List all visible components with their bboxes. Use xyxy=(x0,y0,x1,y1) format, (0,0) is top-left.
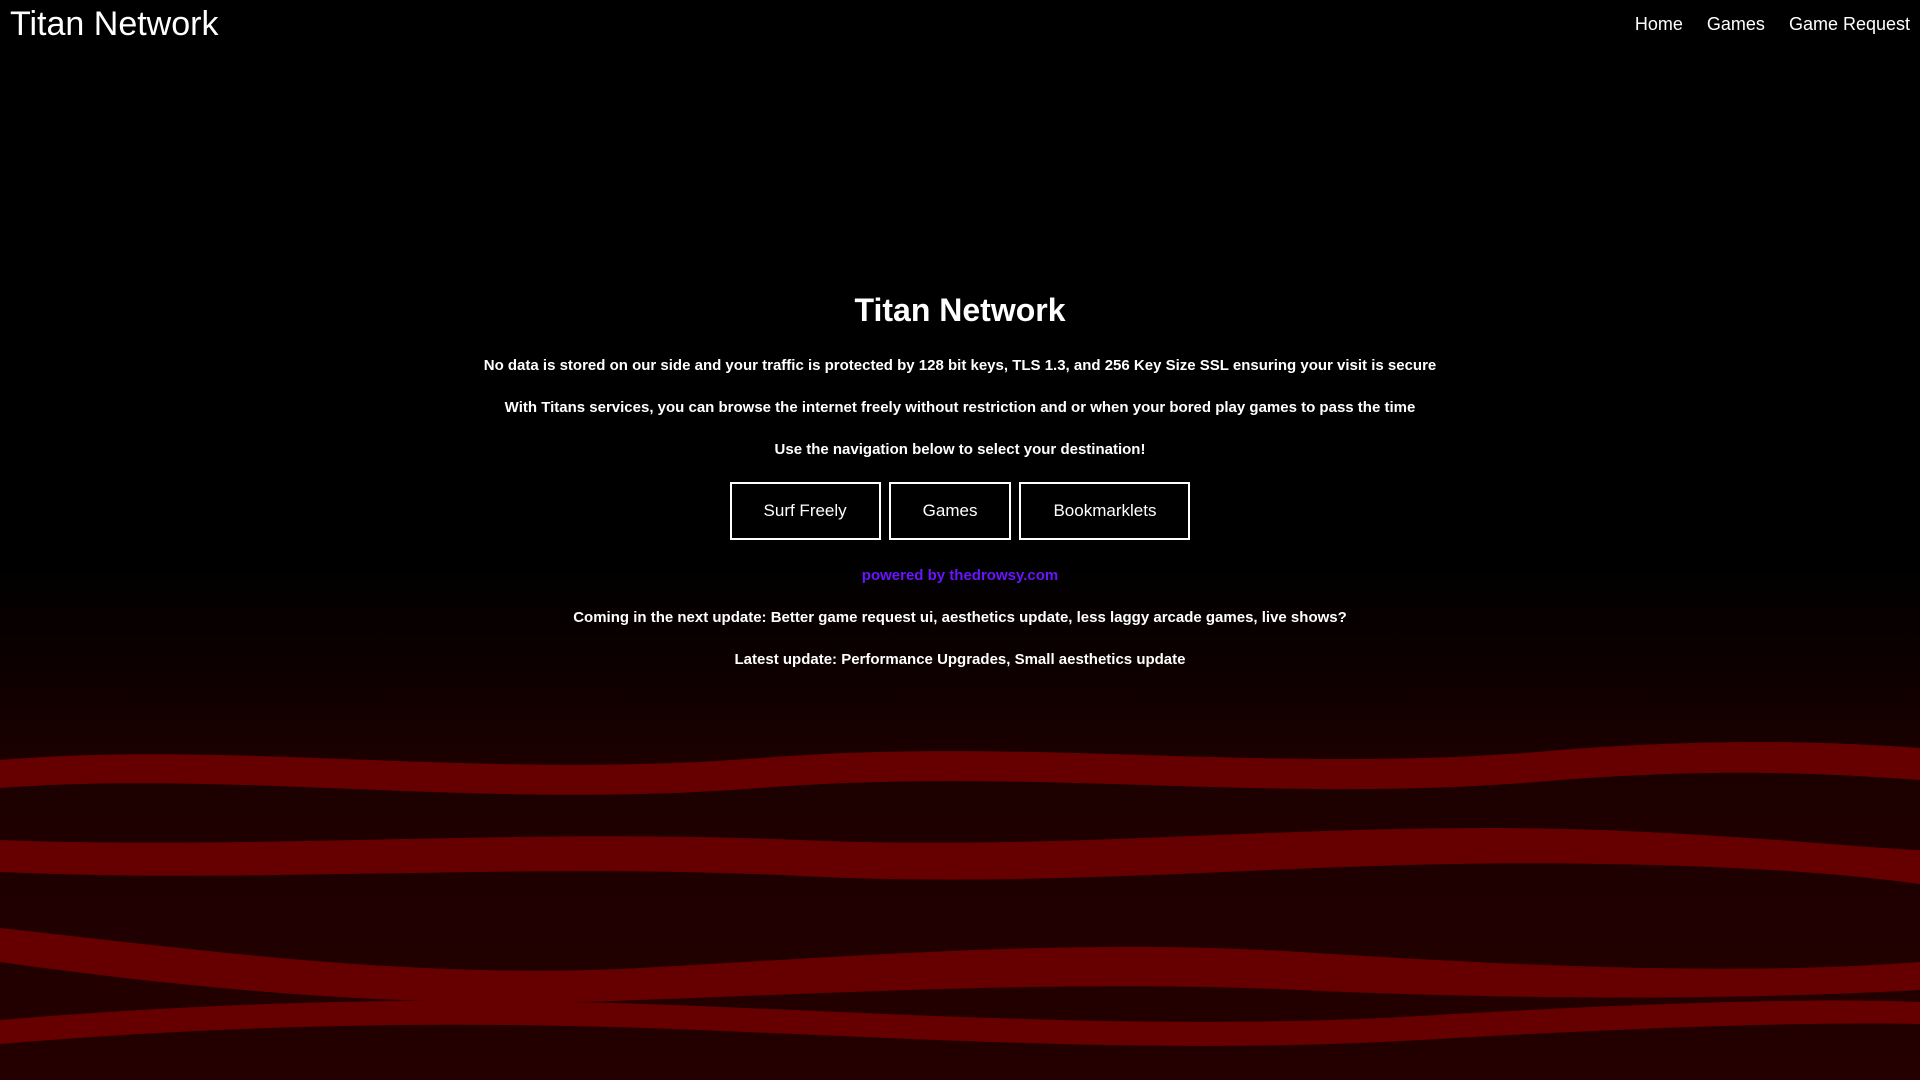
security-text: No data is stored on our side and your t… xyxy=(483,357,1437,374)
brand-logo-link[interactable]: Titan Network xyxy=(10,4,218,44)
page-title: Titan Network xyxy=(854,292,1066,328)
powered-by-link[interactable]: powered by thedrowsy.com xyxy=(862,567,1058,584)
main-content: Titan Network No data is stored on our s… xyxy=(0,290,1920,692)
top-nav: Home Games Game Request xyxy=(1635,12,1910,36)
nav-game-request-link[interactable]: Game Request xyxy=(1789,12,1910,36)
next-update-text: Coming in the next update: Better game r… xyxy=(573,609,1347,626)
surf-freely-button[interactable]: Surf Freely xyxy=(729,482,881,540)
nav-home-link[interactable]: Home xyxy=(1635,12,1683,36)
navigation-hint-text: Use the navigation below to select your … xyxy=(774,441,1146,458)
wave-band xyxy=(0,928,1920,1003)
nav-games-link[interactable]: Games xyxy=(1707,12,1765,36)
powered-by-line: powered by thedrowsy.com xyxy=(0,566,1920,586)
wave-background xyxy=(0,742,1920,1046)
wave-band xyxy=(0,828,1920,884)
top-bar: Titan Network Home Games Game Request xyxy=(0,0,1920,52)
wave-band xyxy=(0,1000,1920,1046)
wave-band xyxy=(0,742,1920,795)
latest-update-text: Latest update: Performance Upgrades, Sma… xyxy=(734,651,1186,668)
bookmarklets-button[interactable]: Bookmarklets xyxy=(1019,482,1191,540)
services-text: With Titans services, you can browse the… xyxy=(504,399,1416,416)
games-button[interactable]: Games xyxy=(888,482,1012,540)
destination-buttons: Surf Freely Games Bookmarklets xyxy=(0,482,1920,540)
